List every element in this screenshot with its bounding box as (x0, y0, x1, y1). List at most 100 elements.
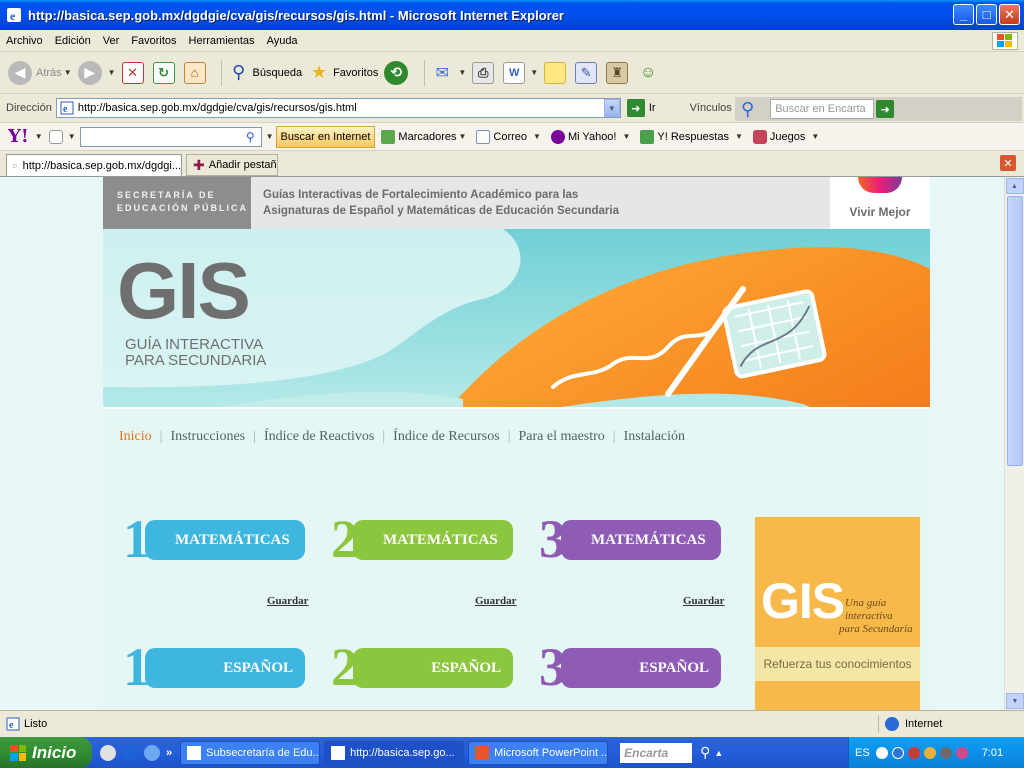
bookmarks-button[interactable]: Marcadores ▼ (381, 129, 466, 144)
vertical-scrollbar[interactable]: ▲ ▼ (1004, 177, 1024, 710)
magnifier-icon: ⚲ (231, 62, 246, 82)
scroll-up-icon[interactable]: ▲ (1005, 178, 1024, 194)
address-input[interactable]: e http://basica.sep.gob.mx/dgdgie/cva/gi… (55, 98, 621, 118)
menu-ayuda[interactable]: Ayuda (267, 35, 298, 47)
vivir-mejor-logo[interactable]: Vivir Mejor (830, 177, 930, 229)
back-arrow-icon: ◀ (8, 60, 32, 85)
sep-logo-line1: SECRETARÍA DE (117, 190, 216, 200)
minimize-button[interactable]: _ (953, 4, 974, 25)
card-matematicas-1[interactable]: MATEMÁTICAS 1 (119, 512, 309, 576)
card-matematicas-2[interactable]: MATEMÁTICAS 2 (327, 512, 517, 576)
address-dropdown-icon[interactable]: ▼ (603, 99, 620, 117)
my-yahoo-link[interactable]: Mi Yahoo! ▼ (550, 129, 630, 144)
close-button[interactable]: ✕ (999, 4, 1020, 25)
tray-icon-4[interactable] (923, 746, 936, 759)
tray-icon-5[interactable] (939, 746, 952, 759)
menu-herramientas[interactable]: Herramientas (189, 35, 255, 47)
task-label-2: Microsoft PowerPoint ... (494, 746, 609, 759)
messenger-button[interactable]: ☺ (637, 62, 662, 84)
guardar-link-mat3[interactable]: Guardar (683, 595, 725, 607)
word-icon: W (503, 61, 526, 84)
start-label: Inicio (32, 742, 77, 762)
nav-instalacion[interactable]: Instalación (616, 429, 693, 445)
menu-edicion[interactable]: Edición (55, 35, 91, 47)
tray-icon-2[interactable] (891, 746, 904, 759)
encarta-magnifier-icon: ⚲ (741, 98, 755, 119)
research-button[interactable]: ✎ (575, 61, 600, 84)
tab-current[interactable]: http://basica.sep.gob.mx/dgdgi... (6, 154, 182, 176)
nav-indice-reactivos[interactable]: Índice de Reactivos (256, 429, 382, 445)
card-matematicas-3[interactable]: MATEMÁTICAS 3 (535, 512, 725, 576)
mail-link[interactable]: Correo ▼ (476, 129, 541, 144)
task-subsecretaria[interactable]: Subsecretaría de Edu... (180, 740, 321, 765)
nav-indice-recursos[interactable]: Índice de Recursos (385, 429, 508, 445)
promo-refuerza: Refuerza tus conocimientos (755, 647, 920, 681)
answers-link[interactable]: Y! Respuestas ▼ (640, 129, 743, 144)
edit-button[interactable]: W ▼ (503, 61, 538, 84)
print-button[interactable]: ⎙ (472, 61, 497, 84)
nav-inicio[interactable]: Inicio (119, 429, 160, 445)
card-espanol-2[interactable]: ESPAÑOL 2 (327, 640, 517, 704)
card-espanol-1[interactable]: ESPAÑOL 1 (119, 640, 309, 704)
task-basica[interactable]: http://basica.sep.go... (324, 740, 465, 765)
star-icon: ★ (311, 62, 328, 82)
card-espanol-3[interactable]: ESPAÑOL 3 (535, 640, 725, 704)
go-arrow-icon[interactable]: ➜ (626, 99, 645, 117)
search-taskbar-icon[interactable]: ⚲ (700, 744, 710, 761)
stop-button[interactable]: ✕ (121, 61, 147, 84)
refresh-button[interactable]: ↻ (152, 61, 178, 84)
language-indicator[interactable]: ES (855, 747, 870, 759)
card-number: 1 (123, 509, 150, 569)
desktop-icon[interactable] (100, 744, 116, 761)
encarta-taskbar-search[interactable]: Encarta (620, 742, 693, 763)
clock[interactable]: 7:01 (982, 747, 1003, 759)
menu-favoritos[interactable]: Favoritos (131, 35, 176, 47)
gis-promo-panel[interactable]: GIS Una guía interactiva para Secundaria… (755, 517, 920, 710)
links-label[interactable]: Vínculos (690, 102, 732, 114)
notes-button[interactable] (544, 61, 569, 84)
triangle-up-icon[interactable]: ▲ (714, 748, 723, 758)
guardar-link-mat1[interactable]: Guardar (267, 595, 309, 607)
maximize-button[interactable]: □ (976, 4, 997, 25)
scroll-thumb[interactable] (1006, 196, 1023, 466)
ie-quicklaunch-icon-2[interactable] (144, 744, 160, 761)
search-button[interactable]: ⚲ Búsqueda (228, 62, 302, 84)
close-tab-icon[interactable]: ✕ (1000, 155, 1016, 171)
yahoo-search-input[interactable]: ⚲ (79, 126, 262, 147)
encarta-go-icon[interactable]: ➜ (876, 100, 895, 118)
pencil-icon[interactable] (48, 129, 63, 144)
games-link[interactable]: Juegos ▼ (752, 129, 819, 144)
sep-logo[interactable]: SECRETARÍA DE EDUCACIÓN PÚBLICA (103, 177, 251, 229)
security-zone[interactable]: Internet (878, 715, 1018, 733)
home-button[interactable]: ⌂ (183, 61, 209, 84)
menu-ver[interactable]: Ver (103, 35, 120, 47)
yahoo-search-button[interactable]: Buscar en Internet (275, 125, 376, 148)
system-tray: ES 7:01 (848, 737, 1024, 768)
back-button[interactable]: ◀ Atrás ▼ (8, 60, 72, 85)
nav-para-el-maestro[interactable]: Para el maestro (511, 429, 613, 445)
chevron-icon[interactable]: » (166, 747, 172, 759)
gis-subtitle-line2: PARA SECUNDARIA (125, 352, 267, 369)
nav-instrucciones[interactable]: Instrucciones (162, 429, 253, 445)
history-button[interactable]: ⟲ (384, 60, 412, 85)
promo-tag-line3: para Secundaria (839, 623, 913, 635)
go-button[interactable]: Ir (649, 102, 656, 114)
title-bar[interactable]: e http://basica.sep.gob.mx/dgdgie/cva/gi… (0, 0, 1024, 30)
gis-logo[interactable]: GIS (117, 251, 251, 331)
ie-quicklaunch-icon[interactable] (122, 744, 138, 761)
menu-archivo[interactable]: Archivo (6, 35, 43, 47)
yahoo-logo[interactable]: Y! (8, 126, 29, 147)
tray-icon-3[interactable] (907, 746, 920, 759)
tray-icon-1[interactable] (875, 746, 888, 759)
add-tab-button[interactable]: ✚ Añadir pestaña (186, 154, 278, 176)
tray-icon-6[interactable] (955, 746, 968, 759)
task-powerpoint[interactable]: Microsoft PowerPoint ... (468, 740, 609, 765)
encarta-search-input[interactable]: Buscar en Encarta (770, 99, 875, 119)
scroll-down-icon[interactable]: ▼ (1006, 693, 1024, 709)
mail-button[interactable]: ✉ ▼ (431, 62, 467, 84)
start-button[interactable]: Inicio (0, 737, 92, 768)
forward-button[interactable]: ▶ ▼ (77, 60, 116, 85)
favorites-button[interactable]: ★ Favoritos (308, 62, 378, 84)
media-button[interactable]: ♜ (606, 61, 631, 84)
guardar-link-mat2[interactable]: Guardar (475, 595, 517, 607)
